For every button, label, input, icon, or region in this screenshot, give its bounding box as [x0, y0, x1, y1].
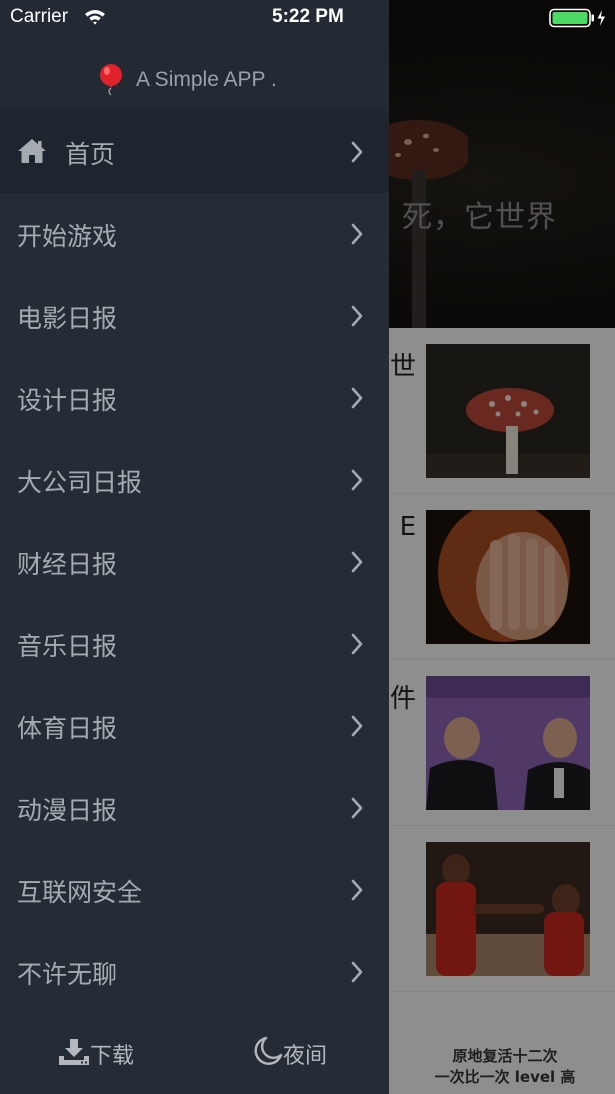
- home-icon: [18, 139, 46, 163]
- menu-item-design-daily[interactable]: 设计日报: [0, 357, 389, 439]
- chevron-right-icon: [351, 961, 363, 983]
- menu-item-label: 开始游戏: [17, 222, 118, 251]
- moon-icon: [254, 1036, 283, 1065]
- menu-item-movie-daily[interactable]: 电影日报: [0, 275, 389, 357]
- status-time: 5:22 PM: [272, 6, 344, 27]
- menu-item-label: 互联网安全: [17, 878, 143, 907]
- chevron-right-icon: [351, 551, 363, 573]
- chevron-right-icon: [351, 633, 363, 655]
- bottom-caption-line2: 一次比一次 level 高: [434, 1068, 576, 1086]
- menu-item-sports-daily[interactable]: 体育日报: [0, 685, 389, 767]
- menu-item-label: 不许无聊: [17, 960, 118, 989]
- app-title: A Simple APP .: [136, 68, 277, 91]
- night-mode-label: 夜间: [283, 1044, 328, 1069]
- drawer-footer: 下载 夜间: [0, 1012, 389, 1094]
- menu-item-no-boredom[interactable]: 不许无聊: [0, 931, 389, 1013]
- menu-item-internet-security[interactable]: 互联网安全: [0, 849, 389, 931]
- chevron-right-icon: [351, 797, 363, 819]
- menu-item-label: 音乐日报: [17, 632, 118, 661]
- bottom-news-caption: 原地复活十二次 一次比一次 level 高: [400, 1046, 610, 1088]
- menu-item-start-game[interactable]: 开始游戏: [0, 193, 389, 275]
- night-mode-button[interactable]: 夜间: [252, 1032, 336, 1072]
- menu-item-anime-daily[interactable]: 动漫日报: [0, 767, 389, 849]
- menu-item-music-daily[interactable]: 音乐日报: [0, 603, 389, 685]
- chevron-right-icon: [351, 305, 363, 327]
- chevron-right-icon: [351, 469, 363, 491]
- chevron-right-icon: [351, 715, 363, 737]
- status-bar: Carrier 5:22 PM: [0, 0, 615, 34]
- menu-item-label: 动漫日报: [17, 796, 118, 825]
- menu-item-label: 财经日报: [17, 550, 118, 579]
- menu-item-label: 大公司日报: [17, 468, 143, 497]
- bottom-caption-line1: 原地复活十二次: [452, 1047, 558, 1065]
- menu-item-label: 设计日报: [17, 386, 118, 415]
- carrier-label: Carrier: [10, 6, 69, 27]
- download-label: 下载: [90, 1044, 135, 1069]
- wifi-icon: [85, 10, 105, 25]
- menu-item-label: 首页: [65, 140, 116, 169]
- side-drawer: A Simple APP . 首页 开始游戏 电影日报 设计日报 大公司日报 财…: [0, 0, 389, 1094]
- chevron-right-icon: [351, 387, 363, 409]
- chevron-right-icon: [351, 879, 363, 901]
- balloon-icon: [100, 64, 122, 96]
- chevron-right-icon: [351, 141, 363, 163]
- download-button[interactable]: 下载: [58, 1032, 142, 1072]
- menu-item-finance-daily[interactable]: 财经日报: [0, 521, 389, 603]
- menu-item-label: 电影日报: [17, 304, 118, 333]
- download-icon: [59, 1039, 89, 1065]
- battery-icon: [549, 8, 605, 28]
- menu-item-home[interactable]: 首页: [0, 111, 389, 193]
- chevron-right-icon: [351, 223, 363, 245]
- menu-item-big-company-daily[interactable]: 大公司日报: [0, 439, 389, 521]
- menu-item-label: 体育日报: [17, 714, 118, 743]
